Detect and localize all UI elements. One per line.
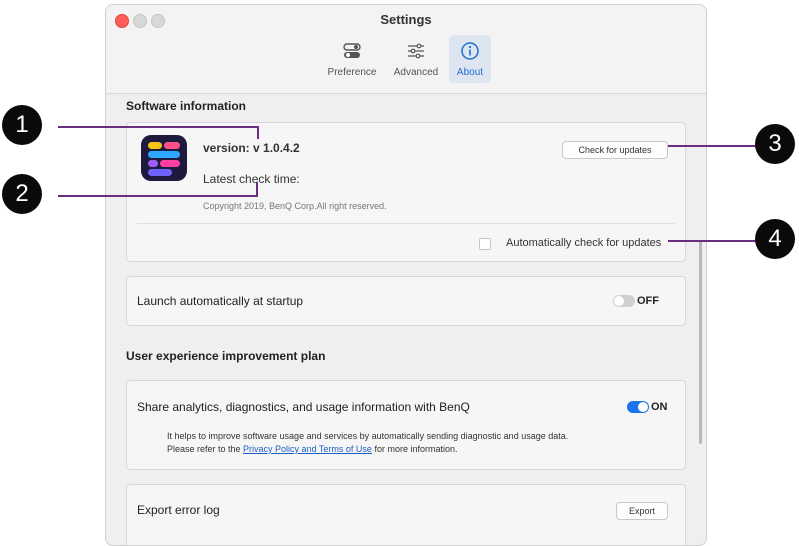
callout-1-badge: 1 xyxy=(2,105,42,145)
privacy-policy-link[interactable]: Privacy Policy and Terms of Use xyxy=(243,444,372,454)
desc-suffix: for more information. xyxy=(371,444,458,454)
startup-card: Launch automatically at startup OFF xyxy=(126,276,686,326)
tab-advanced[interactable]: Advanced xyxy=(392,35,440,83)
software-info-card: version: v 1.0.4.2 Latest check time: Co… xyxy=(126,122,686,262)
ux-plan-heading: User experience improvement plan xyxy=(126,349,326,363)
settings-window: Settings Preference Advanced About Softw… xyxy=(105,4,707,546)
ux-plan-card: Share analytics, diagnostics, and usage … xyxy=(126,380,686,470)
sliders-icon xyxy=(392,41,440,63)
callout-4-line xyxy=(668,240,758,242)
share-analytics-label: Share analytics, diagnostics, and usage … xyxy=(137,400,470,414)
export-card: Export error log Export xyxy=(126,484,686,545)
version-text: version: v 1.0.4.2 xyxy=(203,141,300,155)
window-title: Settings xyxy=(380,12,432,27)
callout-2-line xyxy=(58,195,258,197)
divider xyxy=(137,223,675,224)
info-icon xyxy=(449,41,491,63)
callout-2-tick xyxy=(256,182,258,196)
callout-2-badge: 2 xyxy=(2,174,42,214)
tab-preference-label: Preference xyxy=(327,67,377,78)
ux-plan-description-line1: It helps to improve software usage and s… xyxy=(167,431,569,441)
callout-3-line xyxy=(668,145,758,147)
callout-1-line xyxy=(58,126,259,128)
launch-at-startup-label: Launch automatically at startup xyxy=(137,294,304,308)
toggles-icon xyxy=(327,41,377,63)
vertical-scrollbar[interactable] xyxy=(699,240,702,444)
tab-about-label: About xyxy=(456,67,484,78)
startup-toggle[interactable] xyxy=(613,295,635,307)
startup-toggle-state: OFF xyxy=(637,295,659,307)
share-analytics-toggle[interactable] xyxy=(627,401,649,413)
latest-check-time: Latest check time: xyxy=(203,172,300,186)
auto-check-checkbox[interactable] xyxy=(479,238,491,250)
auto-check-label: Automatically check for updates xyxy=(506,237,662,249)
ux-plan-description-line2: Please refer to the Privacy Policy and T… xyxy=(167,444,457,454)
export-button[interactable]: Export xyxy=(616,502,668,520)
share-analytics-toggle-state: ON xyxy=(651,401,668,413)
tab-about[interactable]: About xyxy=(449,35,491,83)
check-for-updates-button[interactable]: Check for updates xyxy=(562,141,668,159)
callout-4-badge: 4 xyxy=(755,219,795,259)
software-info-heading: Software information xyxy=(126,99,247,113)
export-error-log-label: Export error log xyxy=(137,503,220,517)
tab-advanced-label: Advanced xyxy=(393,67,439,78)
callout-1-tick xyxy=(257,126,259,139)
desc-prefix: Please refer to the xyxy=(167,444,244,454)
title-bar: Settings Preference Advanced About xyxy=(106,5,706,94)
callout-3-badge: 3 xyxy=(755,124,795,164)
tab-preference[interactable]: Preference xyxy=(327,35,377,83)
app-logo-icon xyxy=(141,135,187,181)
copyright-text: Copyright 2019, BenQ Corp.All right rese… xyxy=(203,201,387,211)
